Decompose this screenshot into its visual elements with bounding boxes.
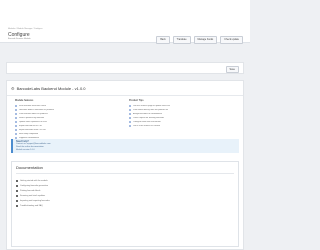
bullet-icon [16,199,18,202]
bullet-icon [129,121,131,123]
panel-title: BarcodeLabs Backend Module - v1.0.0 [16,85,86,91]
bullet-icon [16,194,18,197]
bullet-icon [16,184,18,187]
back-button[interactable]: Back [156,36,170,44]
bullet-icon [15,109,17,111]
bullet-icon [16,189,18,192]
breadcrumb[interactable]: Modules / Module Manager / Configure [8,28,43,30]
divider [16,173,234,174]
bullet-icon [129,117,131,119]
features-column: Module features Scan barcode from back o… [15,99,115,140]
bullet-icon [15,105,17,107]
bullet-icon [15,133,17,135]
features-heading: Module features [15,99,34,102]
module-panel: ⚙ BarcodeLabs Backend Module - v1.0.0 Mo… [6,80,244,250]
bullet-icon [129,109,131,111]
documentation-list: Getting started with the module Configur… [16,178,176,208]
help-info-box: Need help? Contact us: support@barcodela… [11,139,239,153]
bullet-icon [16,204,18,207]
version-text: Module version 1.0.0 [16,149,35,151]
bullet-icon [15,125,17,127]
translate-button[interactable]: Translate [172,36,191,44]
bullet-icon [15,113,17,115]
documentation-box: Documentation Getting started with the m… [11,161,239,247]
product-tips-column: Product Tips Use the scanner page to upd… [129,99,229,128]
bullet-icon [15,129,17,131]
save-bar: Save [6,62,244,74]
product-tips-heading: Product Tips [129,99,144,102]
documentation-title: Documentation [16,165,43,170]
bullet-icon [15,117,17,119]
bullet-icon [16,179,18,182]
list-item: Use a USB scanner or camera [129,124,229,128]
doc-link[interactable]: Troubleshooting and FAQ [16,203,176,208]
bullet-icon [129,125,131,127]
save-button[interactable]: Save [225,66,239,73]
page-subtitle: Barcode Scanner Module [8,38,31,40]
gear-icon: ⚙ [11,85,15,91]
bullet-icon [15,121,17,123]
manage-hooks-button[interactable]: Manage hooks [193,36,218,44]
toolbar-actions: Back Translate Manage hooks Check update [156,36,243,44]
panel-header: ⚙ BarcodeLabs Backend Module - v1.0.0 [7,81,243,96]
bullet-icon [129,105,131,107]
page-header: Modules / Module Manager / Configure Con… [0,0,250,44]
check-update-button[interactable]: Check update [220,36,243,44]
bullet-icon [129,113,131,115]
